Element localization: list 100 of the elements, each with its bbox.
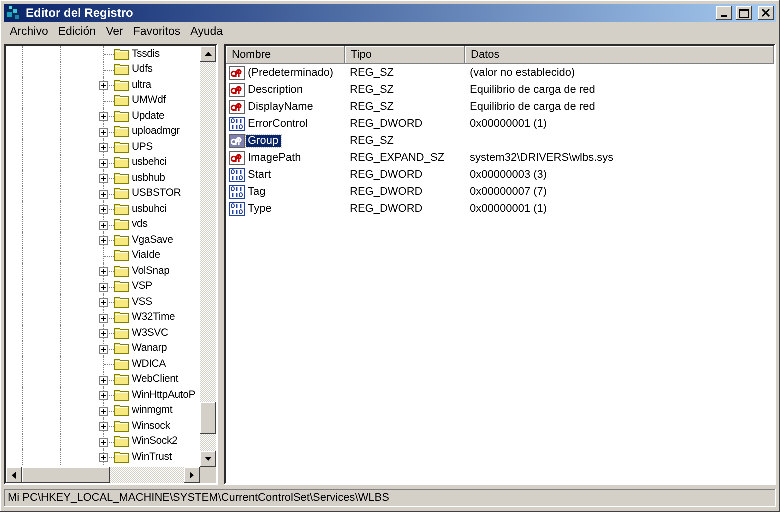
- binary-value-icon: [229, 116, 245, 130]
- maximize-button[interactable]: [736, 6, 752, 20]
- scrollbar-corner: [200, 467, 216, 483]
- value-name[interactable]: Description: [246, 84, 306, 96]
- expand-icon[interactable]: [99, 267, 108, 276]
- folder-icon: [114, 418, 130, 433]
- expand-icon[interactable]: [99, 81, 108, 90]
- tree-item[interactable]: VSS: [132, 296, 152, 308]
- menu-item[interactable]: Archivo: [6, 26, 54, 38]
- folder-icon: [114, 326, 130, 340]
- tree-item[interactable]: WebClient: [132, 373, 178, 386]
- column-header[interactable]: Tipo: [345, 46, 465, 64]
- expand-icon[interactable]: [99, 376, 108, 384]
- folder-icon: [114, 124, 130, 138]
- value-type: REG_SZ: [349, 84, 396, 96]
- tree-item[interactable]: Winsock: [132, 420, 170, 432]
- value-name[interactable]: DisplayName: [246, 100, 316, 112]
- value-name[interactable]: ErrorControl: [246, 118, 310, 130]
- value-type: REG_DWORD: [349, 202, 424, 214]
- close-button[interactable]: [758, 6, 774, 20]
- scroll-down-button[interactable]: [200, 451, 216, 467]
- value-name[interactable]: Type: [246, 202, 274, 214]
- column-header[interactable]: Datos: [465, 46, 774, 64]
- binary-value-icon: [229, 168, 245, 182]
- scroll-up-button[interactable]: [200, 46, 216, 62]
- expand-icon[interactable]: [99, 422, 108, 431]
- folder-icon: [114, 108, 130, 123]
- tree-item[interactable]: USBSTOR: [132, 187, 182, 200]
- tree-item[interactable]: UPS: [132, 140, 153, 153]
- up-arrow-icon: [204, 52, 212, 56]
- tree-item[interactable]: WDICA: [132, 358, 166, 370]
- tree-item[interactable]: uploadmgr: [132, 125, 180, 138]
- tree-item[interactable]: WinTrust: [132, 450, 172, 463]
- scroll-thumb[interactable]: [200, 402, 216, 434]
- tree-item[interactable]: usbehci: [132, 156, 167, 168]
- value-name[interactable]: ImagePath: [246, 152, 304, 164]
- folder-icon: [114, 46, 130, 61]
- value-data: 0x00000007 (7): [469, 186, 548, 198]
- tree-item[interactable]: winmgmt: [132, 404, 173, 416]
- expand-icon[interactable]: [99, 391, 108, 400]
- expand-icon[interactable]: [99, 406, 108, 416]
- value-name[interactable]: Start: [246, 168, 274, 180]
- value-type: REG_EXPAND_SZ: [349, 152, 446, 164]
- tree-item[interactable]: W3SVC: [132, 326, 168, 339]
- expand-icon[interactable]: [99, 329, 108, 338]
- string-value-icon: [229, 100, 245, 114]
- tree-item[interactable]: ultra: [132, 78, 152, 91]
- scroll-thumb[interactable]: [22, 467, 110, 483]
- binary-value-icon: [229, 184, 245, 198]
- tree-item[interactable]: WinSock2: [132, 435, 178, 448]
- tree-item[interactable]: Wanarp: [132, 342, 168, 354]
- expand-icon[interactable]: [99, 190, 108, 198]
- tree-item[interactable]: VgaSave: [132, 234, 174, 246]
- tree-item[interactable]: Tssdis: [132, 48, 160, 60]
- menu-item[interactable]: Ayuda: [186, 26, 230, 38]
- expand-icon[interactable]: [99, 282, 108, 292]
- folder-icon: [114, 294, 130, 309]
- string-value-icon: [229, 134, 245, 148]
- tree-item[interactable]: vds: [132, 218, 148, 230]
- tree-item[interactable]: usbuhci: [132, 202, 167, 215]
- expand-icon[interactable]: [99, 143, 108, 152]
- value-name[interactable]: Tag: [246, 186, 268, 198]
- folder-icon: [114, 155, 130, 170]
- expand-icon[interactable]: [99, 112, 108, 121]
- expand-icon[interactable]: [99, 128, 108, 136]
- column-header[interactable]: Nombre: [226, 46, 345, 64]
- expand-icon[interactable]: [99, 205, 108, 214]
- expand-icon[interactable]: [99, 314, 108, 322]
- value-data: 0x00000001 (1): [469, 202, 548, 214]
- tree-item[interactable]: usbhub: [132, 172, 166, 184]
- tree-item[interactable]: VolSnap: [132, 264, 170, 277]
- tree-item[interactable]: Update: [132, 110, 165, 122]
- menu-item[interactable]: Edición: [54, 26, 102, 38]
- expand-icon[interactable]: [99, 158, 108, 168]
- string-value-icon: [229, 82, 245, 96]
- value-name[interactable]: (Predeterminado): [246, 66, 336, 78]
- value-data: Equilibrio de carga de red: [469, 84, 596, 96]
- value-name[interactable]: Group: [246, 134, 281, 146]
- expand-icon[interactable]: [99, 236, 108, 245]
- folder-icon: [114, 62, 130, 76]
- scroll-left-button[interactable]: [6, 467, 22, 483]
- value-type: REG_DWORD: [349, 168, 424, 180]
- expand-icon[interactable]: [99, 220, 108, 230]
- expand-icon[interactable]: [99, 453, 108, 462]
- expand-icon[interactable]: [99, 344, 108, 354]
- value-data: Equilibrio de carga de red: [469, 100, 596, 112]
- tree-item[interactable]: Udfs: [132, 63, 153, 76]
- expand-icon[interactable]: [99, 298, 108, 307]
- tree-item[interactable]: WinHttpAutoP: [132, 388, 196, 401]
- tree-item[interactable]: W32Time: [132, 311, 176, 324]
- expand-icon[interactable]: [99, 174, 108, 183]
- tree-item[interactable]: UMWdf: [132, 94, 166, 106]
- menu-item[interactable]: Ver: [102, 26, 130, 38]
- tree-item[interactable]: VSP: [132, 280, 152, 292]
- menu-item[interactable]: Favoritos: [129, 26, 187, 38]
- right-arrow-icon: [190, 472, 194, 478]
- expand-icon[interactable]: [99, 438, 108, 446]
- scroll-right-button[interactable]: [184, 467, 200, 483]
- tree-item[interactable]: ViaIde: [132, 249, 160, 262]
- minimize-button[interactable]: [716, 6, 732, 20]
